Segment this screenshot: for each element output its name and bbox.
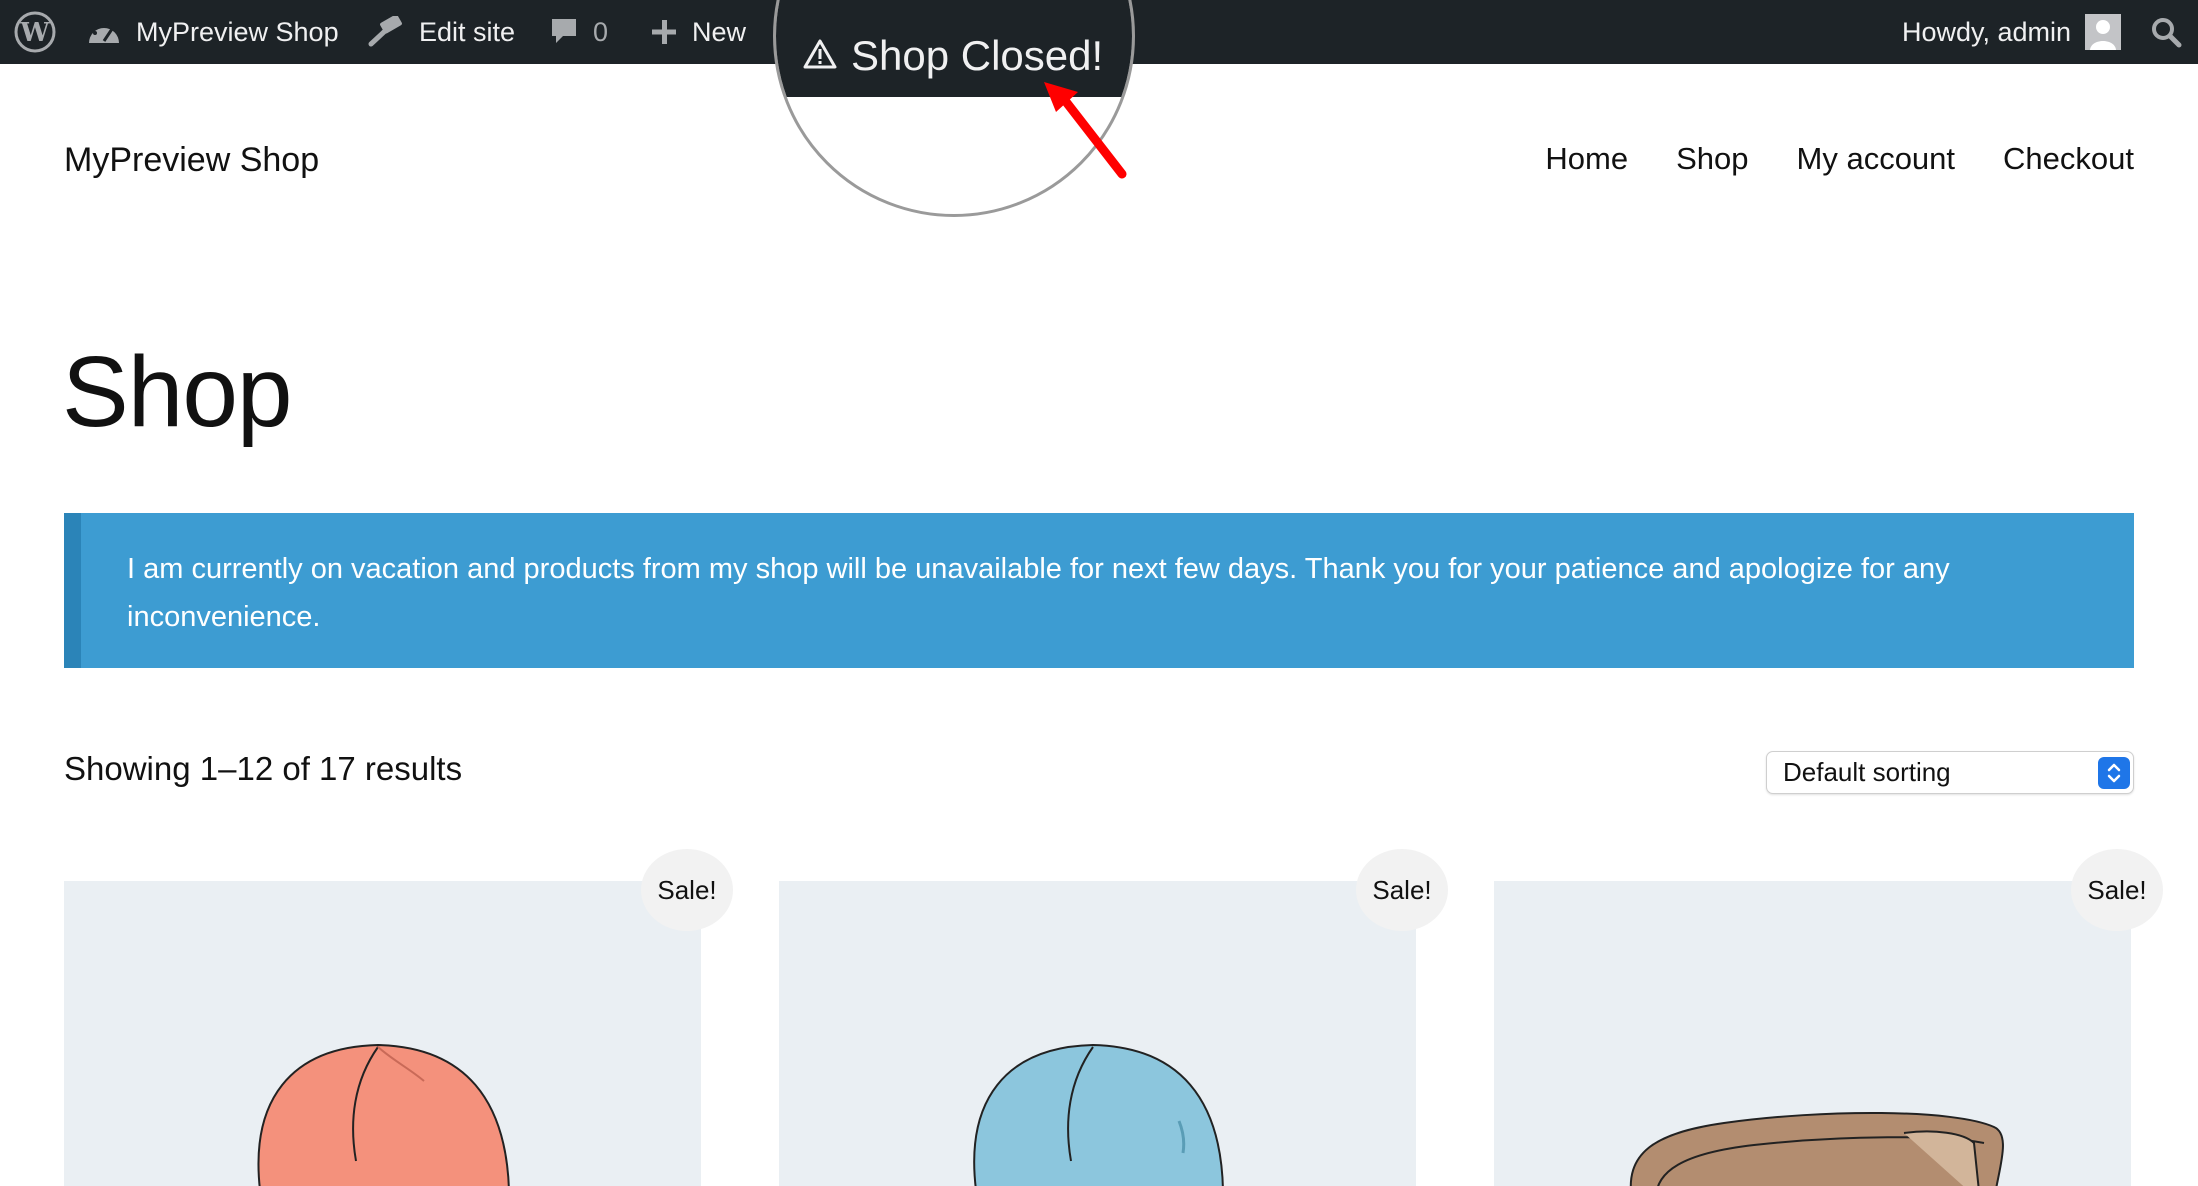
sale-badge: Sale! [2071,849,2163,931]
nav-item-my-account[interactable]: My account [1797,141,1956,177]
notice-text: I am currently on vacation and products … [127,553,1950,633]
page-title: Shop [62,336,293,448]
product-card[interactable] [64,881,701,1186]
greeting-text: Howdy, admin [1902,16,2072,47]
main-navigation: Home Shop My account Checkout [1545,141,2134,177]
new-content-button[interactable]: New [650,0,746,64]
product-image-belt [1629,1111,2004,1186]
comments-button[interactable]: 0 [549,0,608,64]
red-arrow-icon [1044,82,1127,179]
site-name-menu[interactable]: MyPreview Shop [86,0,339,64]
nav-item-shop[interactable]: Shop [1676,141,1748,177]
nav-item-home[interactable]: Home [1545,141,1628,177]
comments-count: 0 [593,16,609,47]
product-image-beanie [973,1043,1224,1186]
product-card[interactable] [1494,881,2131,1186]
search-icon[interactable] [2150,0,2182,64]
select-toggle-icon [2098,757,2130,789]
shop-closed-indicator[interactable]: Shop Closed! [803,26,1103,86]
account-menu[interactable]: Howdy, admin [1902,0,2122,64]
dashboard-icon [86,17,122,47]
edit-site-button[interactable]: Edit site [367,0,515,64]
edit-site-label: Edit site [419,16,516,47]
sorting-selected-value: Default sorting [1783,757,1951,787]
plus-icon [650,18,678,46]
product-image-beanie [257,1043,510,1186]
sorting-select[interactable]: Default sorting [1766,751,2134,794]
site-name-label: MyPreview Shop [136,16,339,47]
sale-badge: Sale! [641,849,733,931]
new-label: New [692,16,747,47]
product-card[interactable] [779,881,1416,1186]
brush-icon [367,16,405,48]
site-title[interactable]: MyPreview Shop [64,141,319,180]
result-count: Showing 1–12 of 17 results [64,750,463,787]
wordpress-logo-icon[interactable]: W [14,0,56,64]
shop-closed-label: Shop Closed! [851,32,1104,79]
avatar [2085,14,2122,50]
warning-icon [803,32,837,80]
nav-item-checkout[interactable]: Checkout [2003,141,2134,177]
sale-badge: Sale! [1356,849,1448,931]
svg-text:W: W [19,18,50,48]
vacation-notice: I am currently on vacation and products … [64,513,2134,668]
comment-bubble-icon [549,16,579,48]
